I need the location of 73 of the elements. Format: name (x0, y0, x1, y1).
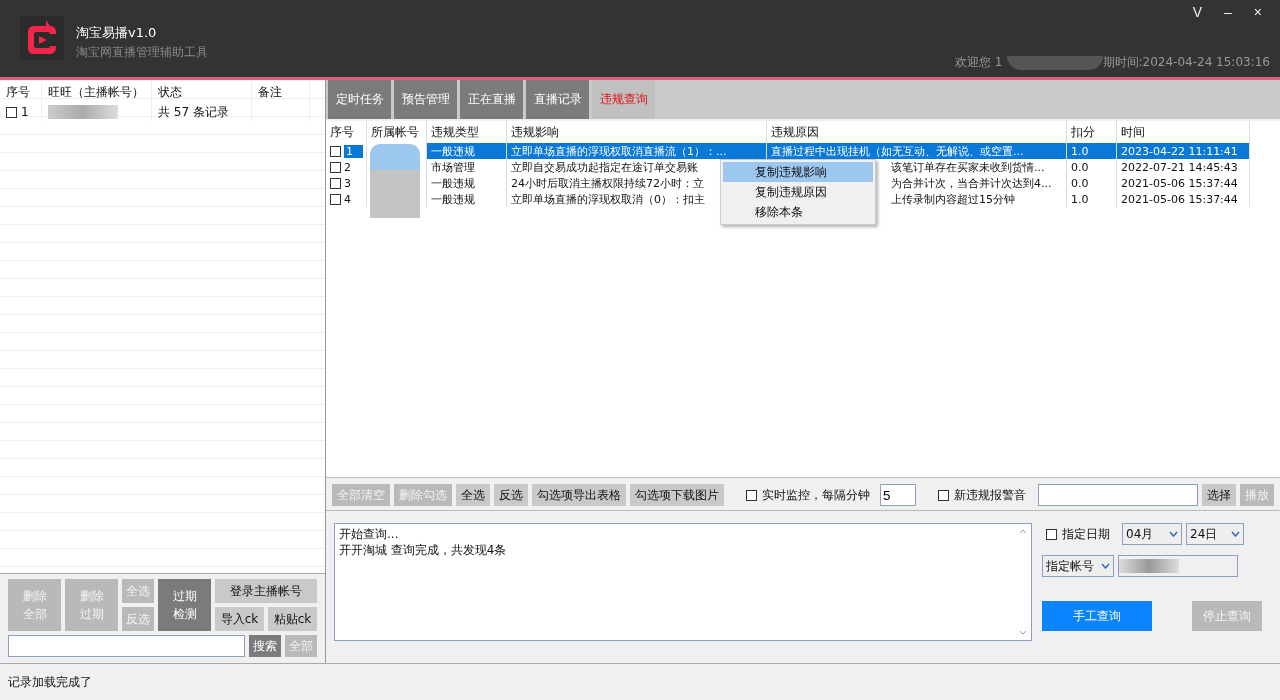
table-cell: 1.0 (1067, 143, 1117, 159)
expiry-text: 期时间:2024-04-24 15:03:16 (1102, 54, 1270, 71)
action-button[interactable]: 过期检测 (158, 579, 211, 631)
table-cell: 0.0 (1067, 159, 1117, 175)
checkbox[interactable] (1046, 528, 1057, 540)
app-logo-icon (20, 16, 64, 60)
action-button[interactable]: 导入ck (215, 607, 264, 631)
checkbox-label: 新违规报警音 (954, 486, 1026, 504)
column-header: 序号 (0, 81, 42, 103)
table-cell: 立即单场直播的浮现权取消直播流（1）：... (507, 143, 767, 159)
checkbox[interactable] (330, 161, 341, 173)
table-cell: 直播过程中出现挂机（如无互动、无解说、或空置... (767, 143, 1067, 159)
tab[interactable]: 直播记录 (526, 80, 589, 119)
table-cell: 1.0 (1067, 191, 1117, 207)
column-header: 备注 (252, 81, 310, 103)
table-cell: 2023-04-22 11:11:41 (1117, 143, 1250, 159)
row-number: 3 (344, 176, 351, 190)
row-number: 2 (344, 160, 351, 174)
app-subtitle: 淘宝网直播管理辅助工具 (76, 44, 208, 61)
toolbar-button[interactable]: 勾选项下载图片 (630, 484, 724, 506)
column-header: 旺旺（主播帐号） (42, 81, 152, 103)
column-header: 所属帐号 (367, 121, 427, 143)
interval-field[interactable]: 5 (880, 484, 916, 506)
log-line: 开始查询... (339, 526, 400, 542)
menu-item[interactable]: 复制违规影响 (723, 162, 873, 182)
checkbox[interactable] (330, 193, 341, 205)
tab[interactable]: 定时任务 (328, 80, 391, 119)
row-number: 1 (344, 144, 363, 158)
table-cell: 2021-05-06 15:37:44 (1117, 191, 1250, 207)
toolbar-button[interactable]: 勾选项导出表格 (532, 484, 626, 506)
action-button[interactable]: 粘贴ck (268, 607, 317, 631)
checkbox[interactable] (330, 177, 341, 189)
tab[interactable]: 预告管理 (394, 80, 457, 119)
toolbar-button[interactable]: 反选 (494, 484, 528, 506)
status-bar: 记录加载完成了 (0, 663, 1280, 700)
table-cell: 2021-05-06 15:37:44 (1117, 175, 1250, 191)
checkbox-label: 实时监控，每隔分钟 (762, 486, 870, 504)
window-button[interactable]: – (1220, 4, 1236, 20)
toolbar-button[interactable]: 全选 (456, 484, 490, 506)
log-line: 开开淘城 查询完成，共发现4条 (339, 542, 508, 558)
account-field[interactable] (1118, 555, 1238, 577)
checkbox[interactable] (330, 145, 341, 157)
app-title: 淘宝易播v1.0 (76, 24, 158, 42)
query-button[interactable]: 手工查询 (1042, 601, 1152, 631)
checkbox[interactable] (6, 106, 17, 118)
redaction-block (48, 105, 118, 119)
month-dropdown[interactable]: 04月 (1122, 523, 1182, 545)
table-cell: 一般违规 (427, 175, 507, 191)
search-button[interactable]: 搜索 (249, 635, 282, 657)
row-number: 4 (344, 192, 351, 206)
checkbox[interactable] (938, 489, 949, 501)
table-cell: 共 57 条记录 (152, 103, 252, 121)
table-row[interactable]: 1 一般违规 立即单场直播的浮现权取消直播流（1）：... 直播过程中出现挂机（如无互动、无解说、或空置... 1.0 2023-04-22 11:11:41 (326, 143, 1280, 159)
account-dropdown[interactable]: 指定帐号 (1042, 555, 1114, 577)
search-field[interactable] (8, 635, 246, 657)
table-cell: 2022-07-21 14:45:43 (1117, 159, 1250, 175)
welcome-text: 欢迎您 1 (955, 54, 1003, 71)
table-cell: 一般违规 (427, 143, 507, 159)
tab[interactable]: 正在直播 (460, 80, 523, 119)
checkbox-label: 指定日期 (1062, 525, 1110, 543)
window-button[interactable]: V (1188, 4, 1206, 20)
table-cell: 0.0 (1067, 175, 1117, 191)
action-button[interactable]: 登录主播帐号 (215, 579, 317, 603)
day-dropdown[interactable]: 24日 (1186, 523, 1244, 545)
row-number: 1 (21, 105, 29, 119)
column-header: 状态 (152, 81, 252, 103)
table-cell: 一般违规 (427, 191, 507, 207)
sound-file-field[interactable] (1038, 484, 1198, 506)
sound-button[interactable]: 选择 (1202, 484, 1236, 506)
table-cell: 市场管理 (427, 159, 507, 175)
column-header: 序号 (326, 121, 367, 143)
window-button[interactable]: × (1249, 4, 1266, 20)
checkbox[interactable] (746, 489, 757, 501)
